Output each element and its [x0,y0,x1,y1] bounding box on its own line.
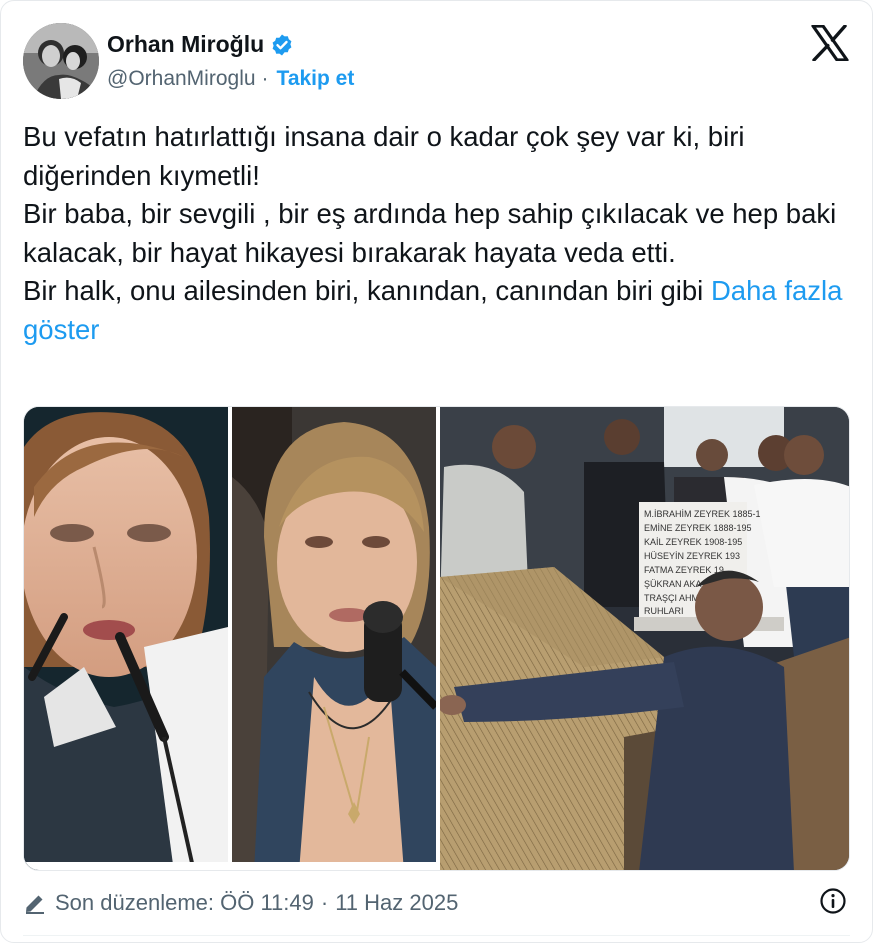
post-footer: Son düzenleme: ÖÖ 11:49 · 11 Haz 2025 [23,885,853,921]
author-name-row[interactable]: Orhan Miroğlu [107,31,294,58]
media-photo-2 [232,407,439,870]
author-handle[interactable]: @OrhanMiroglu [107,67,256,91]
post-paragraph-3: Bir halk, onu ailesinden biri, kanından,… [23,272,853,349]
footer-separator: · [320,890,329,915]
headstone-line-4: HÜSEYİN ZEYREK 193 [644,551,740,561]
info-icon[interactable] [819,887,847,915]
post-date[interactable]: 11 Haz 2025 [335,890,458,916]
avatar-photo [23,23,99,99]
handle-row: @OrhanMiroglu · Takip et [107,67,354,91]
headstone-line-8: RUHLARI [644,606,684,616]
verified-badge-icon [272,34,292,55]
headstone-line-1: M.İBRAHİM ZEYREK 1885-19 [644,509,766,519]
post-paragraph-1: Bu vefatın hatırlattığı insana dair o ka… [23,121,745,191]
post-card: Orhan Miroğlu @OrhanMiroglu · Takip et B… [0,0,873,943]
pencil-icon [26,895,44,914]
headstone-line-3: KAİL ZEYREK 1908-195 [644,537,742,547]
headstone-line-7: TRAŞÇI AHM [644,593,699,603]
follow-button[interactable]: Takip et [277,67,355,91]
post-paragraph-3-text: Bir halk, onu ailesinden biri, kanından,… [23,275,704,306]
avatar[interactable] [23,23,99,99]
x-logo-icon[interactable] [811,25,849,61]
author-name[interactable]: Orhan Miroğlu [107,31,264,58]
footer-divider [23,935,850,936]
post-media[interactable]: M.İBRAHİM ZEYREK 1885-19 EMİNE ZEYREK 18… [23,406,850,871]
handle-separator: · [261,67,269,90]
headstone-line-6: ŞÜKRAN AKA [644,579,702,589]
media-photo-1 [24,407,228,870]
media-collage: M.İBRAHİM ZEYREK 1885-19 EMİNE ZEYREK 18… [24,407,849,870]
headstone-line-2: EMİNE ZEYREK 1888-195 [644,523,752,533]
post-text: Bu vefatın hatırlattığı insana dair o ka… [23,118,853,349]
headstone-line-5: FATMA ZEYREK 19 [644,565,724,575]
media-photo-3: M.İBRAHİM ZEYREK 1885-19 EMİNE ZEYREK 18… [438,407,849,870]
post-paragraph-2: Bir baba, bir sevgili , bir eş ardında h… [23,198,837,268]
edited-label[interactable]: Son düzenleme: ÖÖ 11:49 [55,890,314,916]
